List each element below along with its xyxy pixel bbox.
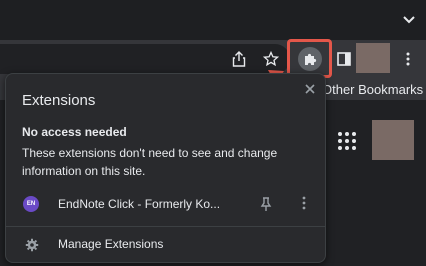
extension-more-kebab-icon[interactable] [302, 196, 310, 212]
extension-logo-icon: EN [23, 196, 39, 212]
section-description: These extensions don't need to see and c… [22, 146, 278, 178]
tab-search-chevron-down-icon[interactable] [402, 13, 416, 27]
page-account-avatar[interactable] [372, 120, 414, 160]
divider [6, 226, 325, 227]
manage-extensions-button[interactable]: Manage Extensions [6, 234, 325, 258]
extension-name[interactable]: EndNote Click - Formerly Ko... [58, 197, 220, 211]
close-icon[interactable] [302, 81, 318, 97]
browser-menu-kebab-icon[interactable] [398, 49, 418, 69]
pin-icon[interactable] [260, 196, 272, 212]
extensions-popup: Extensions No access needed These extens… [5, 73, 326, 263]
gear-icon [25, 238, 39, 252]
extension-row[interactable]: EN EndNote Click - Formerly Ko... [6, 192, 325, 216]
tab-strip [0, 0, 426, 40]
other-bookmarks-folder[interactable]: Other Bookmarks [322, 82, 423, 97]
side-panel-icon[interactable] [334, 49, 354, 69]
extensions-puzzle-icon[interactable] [298, 47, 322, 71]
apps-grid-icon[interactable] [338, 132, 356, 150]
manage-extensions-label: Manage Extensions [58, 237, 164, 251]
section-heading: No access needed [22, 125, 127, 139]
popup-title: Extensions [22, 92, 96, 109]
profile-avatar[interactable] [356, 43, 390, 73]
